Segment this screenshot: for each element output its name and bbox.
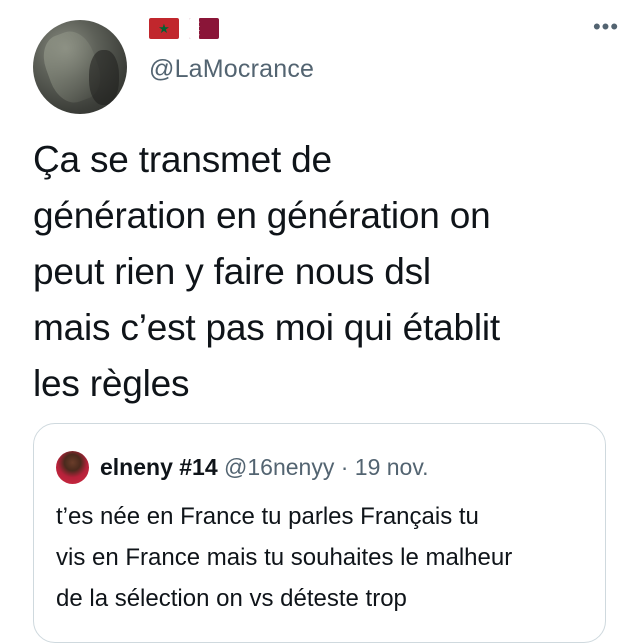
tweet-text: Ça se transmet de génération en générati… — [33, 139, 500, 404]
display-name-flags: ★ — [149, 18, 219, 39]
quoted-author-handle: @16nenyy — [224, 454, 335, 480]
quoted-author-avatar — [56, 451, 89, 484]
author-avatar[interactable] — [33, 20, 127, 114]
quoted-tweet-text: t’es née en France tu parles Français tu… — [56, 503, 513, 612]
more-options-icon[interactable]: ••• — [586, 12, 626, 42]
quoted-author-name: elneny #14 — [100, 454, 218, 480]
morocco-flag-icon: ★ — [149, 18, 179, 39]
qatar-flag-icon — [189, 18, 219, 39]
quoted-tweet-header: elneny #14 @16nenyy · 19 nov. — [100, 454, 429, 481]
date-separator: · — [340, 454, 349, 480]
quoted-tweet-card[interactable]: elneny #14 @16nenyy · 19 nov. t’es née e… — [33, 423, 606, 643]
author-handle[interactable]: @LaMocrance — [149, 55, 314, 84]
quoted-tweet-date: 19 nov. — [354, 454, 429, 480]
